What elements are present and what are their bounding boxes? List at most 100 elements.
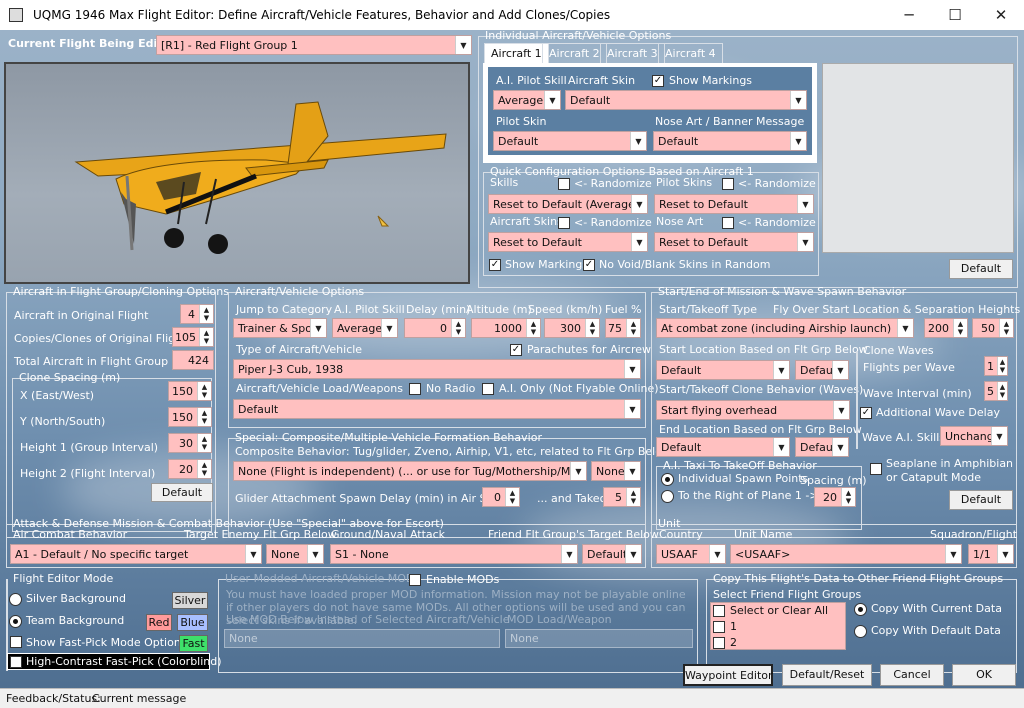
fast-pick-checkbox[interactable]: [10, 636, 22, 648]
jump-category-select[interactable]: Trainer & Sport ▼: [233, 318, 327, 338]
spawn-default-button[interactable]: Default: [949, 490, 1013, 510]
glider-delay-spinner[interactable]: 0 ▲ ▼: [482, 487, 520, 507]
copies-spinner[interactable]: 105 ▲ ▼: [172, 327, 214, 347]
cancel-button[interactable]: Cancel: [880, 664, 944, 686]
end-location-select[interactable]: Default ▼: [656, 437, 790, 457]
mod-load-select[interactable]: None: [505, 629, 693, 648]
right-of-plane-radio[interactable]: [661, 490, 674, 503]
skills-randomize-checkbox[interactable]: [558, 178, 570, 190]
cloning-default-button[interactable]: Default: [151, 483, 213, 502]
x-spacing-spinner[interactable]: 150 ▲ ▼: [168, 381, 212, 401]
load-select[interactable]: Default ▼: [233, 399, 641, 419]
silver-background-radio[interactable]: [9, 593, 22, 606]
taxi-spacing-spinner[interactable]: 20 ▲ ▼: [814, 487, 856, 507]
list-item[interactable]: Select or Clear All: [730, 604, 828, 617]
friend-groups-list[interactable]: Select or Clear All 1 2: [710, 602, 846, 650]
height2-spinner[interactable]: 20 ▲ ▼: [168, 459, 212, 479]
vehicle-skill-select[interactable]: Average ▼: [332, 318, 398, 338]
status-message: Current message: [92, 692, 187, 705]
tab-aircraft-2[interactable]: Aircraft 2: [542, 43, 607, 63]
delay-spinner[interactable]: 0 ▲ ▼: [404, 318, 466, 338]
ai-only-checkbox[interactable]: [482, 383, 494, 395]
vehicle-type-select[interactable]: Piper J-3 Cub, 1938 ▼: [233, 359, 641, 379]
squadron-select[interactable]: 1/1 ▼: [968, 544, 1014, 564]
start-location-select[interactable]: Default ▼: [656, 360, 790, 380]
ground-attack-select[interactable]: S1 - None ▼: [330, 544, 578, 564]
country-select[interactable]: USAAF ▼: [656, 544, 726, 564]
fly-over-height2-spinner[interactable]: 50 ▲ ▼: [972, 318, 1014, 338]
no-radio-checkbox[interactable]: [409, 383, 421, 395]
list-item[interactable]: 2: [730, 636, 737, 649]
aircraft-skin-select[interactable]: Default ▼: [565, 90, 807, 110]
individual-spawn-radio[interactable]: [661, 473, 674, 486]
target-enemy-select[interactable]: None ▼: [266, 544, 324, 564]
wave-interval-spinner[interactable]: 5 ▲ ▼: [984, 381, 1008, 401]
composite-behavior-select[interactable]: None (Flight is independent) (... or use…: [233, 461, 587, 481]
default-reset-button[interactable]: Default/Reset: [782, 664, 872, 686]
ok-button[interactable]: OK: [952, 664, 1016, 686]
aircraft-skins-label: Aircraft Skins: [490, 215, 563, 228]
speed-spinner[interactable]: 300 ▲ ▼: [544, 318, 600, 338]
individual-default-button[interactable]: Default: [949, 259, 1013, 279]
additional-wave-delay-checkbox[interactable]: ✓: [860, 407, 872, 419]
list-item[interactable]: 1: [730, 620, 737, 633]
maximize-button[interactable]: ☐: [932, 0, 978, 30]
quick-show-markings-checkbox[interactable]: ✓: [489, 259, 501, 271]
chevron-down-icon: ▼: [624, 360, 640, 378]
friend-group-checkbox[interactable]: [713, 621, 725, 633]
high-contrast-label: High-Contrast Fast-Pick (Colorblind): [26, 655, 222, 668]
aircraft-skins-reset-select[interactable]: Reset to Default ▼: [488, 232, 648, 252]
copy-current-radio[interactable]: [854, 603, 867, 616]
end-location-group-select[interactable]: Default ▼: [795, 437, 849, 457]
tab-aircraft-4[interactable]: Aircraft 4: [658, 43, 723, 63]
copy-default-radio[interactable]: [854, 625, 867, 638]
pilot-skins-randomize-checkbox[interactable]: [722, 178, 734, 190]
special-title: Special: Composite/Multiple-Vehicle Form…: [235, 431, 542, 444]
additional-wave-delay-label: Additional Wave Delay: [876, 406, 1000, 419]
no-void-skins-checkbox[interactable]: ✓: [583, 259, 595, 271]
nose-art-randomize-checkbox[interactable]: [722, 217, 734, 229]
show-markings-checkbox[interactable]: ✓: [652, 75, 664, 87]
air-combat-select[interactable]: A1 - Default / No specific target ▼: [10, 544, 262, 564]
spinner-arrows-icon: ▲ ▼: [197, 434, 211, 452]
pilot-skins-reset-select[interactable]: Reset to Default ▼: [654, 194, 814, 214]
fly-over-height1-spinner[interactable]: 200 ▲ ▼: [924, 318, 968, 338]
mod-select[interactable]: None: [224, 629, 500, 648]
team-background-radio[interactable]: [9, 615, 22, 628]
nose-art-reset-select[interactable]: Reset to Default ▼: [654, 232, 814, 252]
clone-waves-group: Clone Waves: [856, 345, 934, 449]
fuel-spinner[interactable]: 75 ▲ ▼: [605, 318, 641, 338]
ai-pilot-skill-select[interactable]: Average ▼: [493, 90, 561, 110]
minimize-button[interactable]: ─: [886, 0, 932, 30]
friend-group-checkbox[interactable]: [713, 605, 725, 617]
waypoint-editor-button[interactable]: Waypoint Editor: [683, 664, 773, 686]
friend-group-checkbox[interactable]: [713, 637, 725, 649]
clone-behavior-select[interactable]: Start flying overhead ▼: [656, 400, 850, 420]
start-type-select[interactable]: At combat zone (including Airship launch…: [656, 318, 914, 338]
takeoff-delay-spinner[interactable]: 5 ▲ ▼: [603, 487, 641, 507]
pilot-skins-label: Pilot Skins: [656, 176, 713, 189]
in-original-spinner[interactable]: 4 ▲ ▼: [180, 304, 214, 324]
altitude-spinner[interactable]: 1000 ▲ ▼: [471, 318, 541, 338]
unit-name-select[interactable]: <USAAF> ▼: [730, 544, 962, 564]
friend-target-select[interactable]: Default ▼: [582, 544, 642, 564]
aircraft-skins-randomize-checkbox[interactable]: [558, 217, 570, 229]
wave-ai-skills-select[interactable]: Unchanged ▼: [940, 426, 1008, 446]
y-spacing-spinner[interactable]: 150 ▲ ▼: [168, 407, 212, 427]
seaplane-checkbox[interactable]: [870, 463, 882, 475]
enable-mods-checkbox[interactable]: [409, 574, 421, 586]
current-flight-select[interactable]: [R1] - Red Flight Group 1 ▼: [156, 35, 472, 55]
flights-per-wave-spinner[interactable]: 1 ▲ ▼: [984, 356, 1008, 376]
parachutes-checkbox[interactable]: ✓: [510, 344, 522, 356]
tab-aircraft-3[interactable]: Aircraft 3: [600, 43, 665, 63]
chevron-down-icon: ▼: [773, 438, 789, 456]
composite-target-select[interactable]: None ▼: [591, 461, 641, 481]
chevron-down-icon: ▼: [455, 36, 471, 54]
start-location-group-select[interactable]: Default ▼: [795, 360, 849, 380]
height1-spinner[interactable]: 30 ▲ ▼: [168, 433, 212, 453]
high-contrast-checkbox[interactable]: [10, 656, 22, 668]
skills-reset-select[interactable]: Reset to Default (Average) ▼: [488, 194, 648, 214]
pilot-skin-select[interactable]: Default ▼: [493, 131, 647, 151]
close-button[interactable]: ✕: [978, 0, 1024, 30]
nose-art-select[interactable]: Default ▼: [653, 131, 807, 151]
